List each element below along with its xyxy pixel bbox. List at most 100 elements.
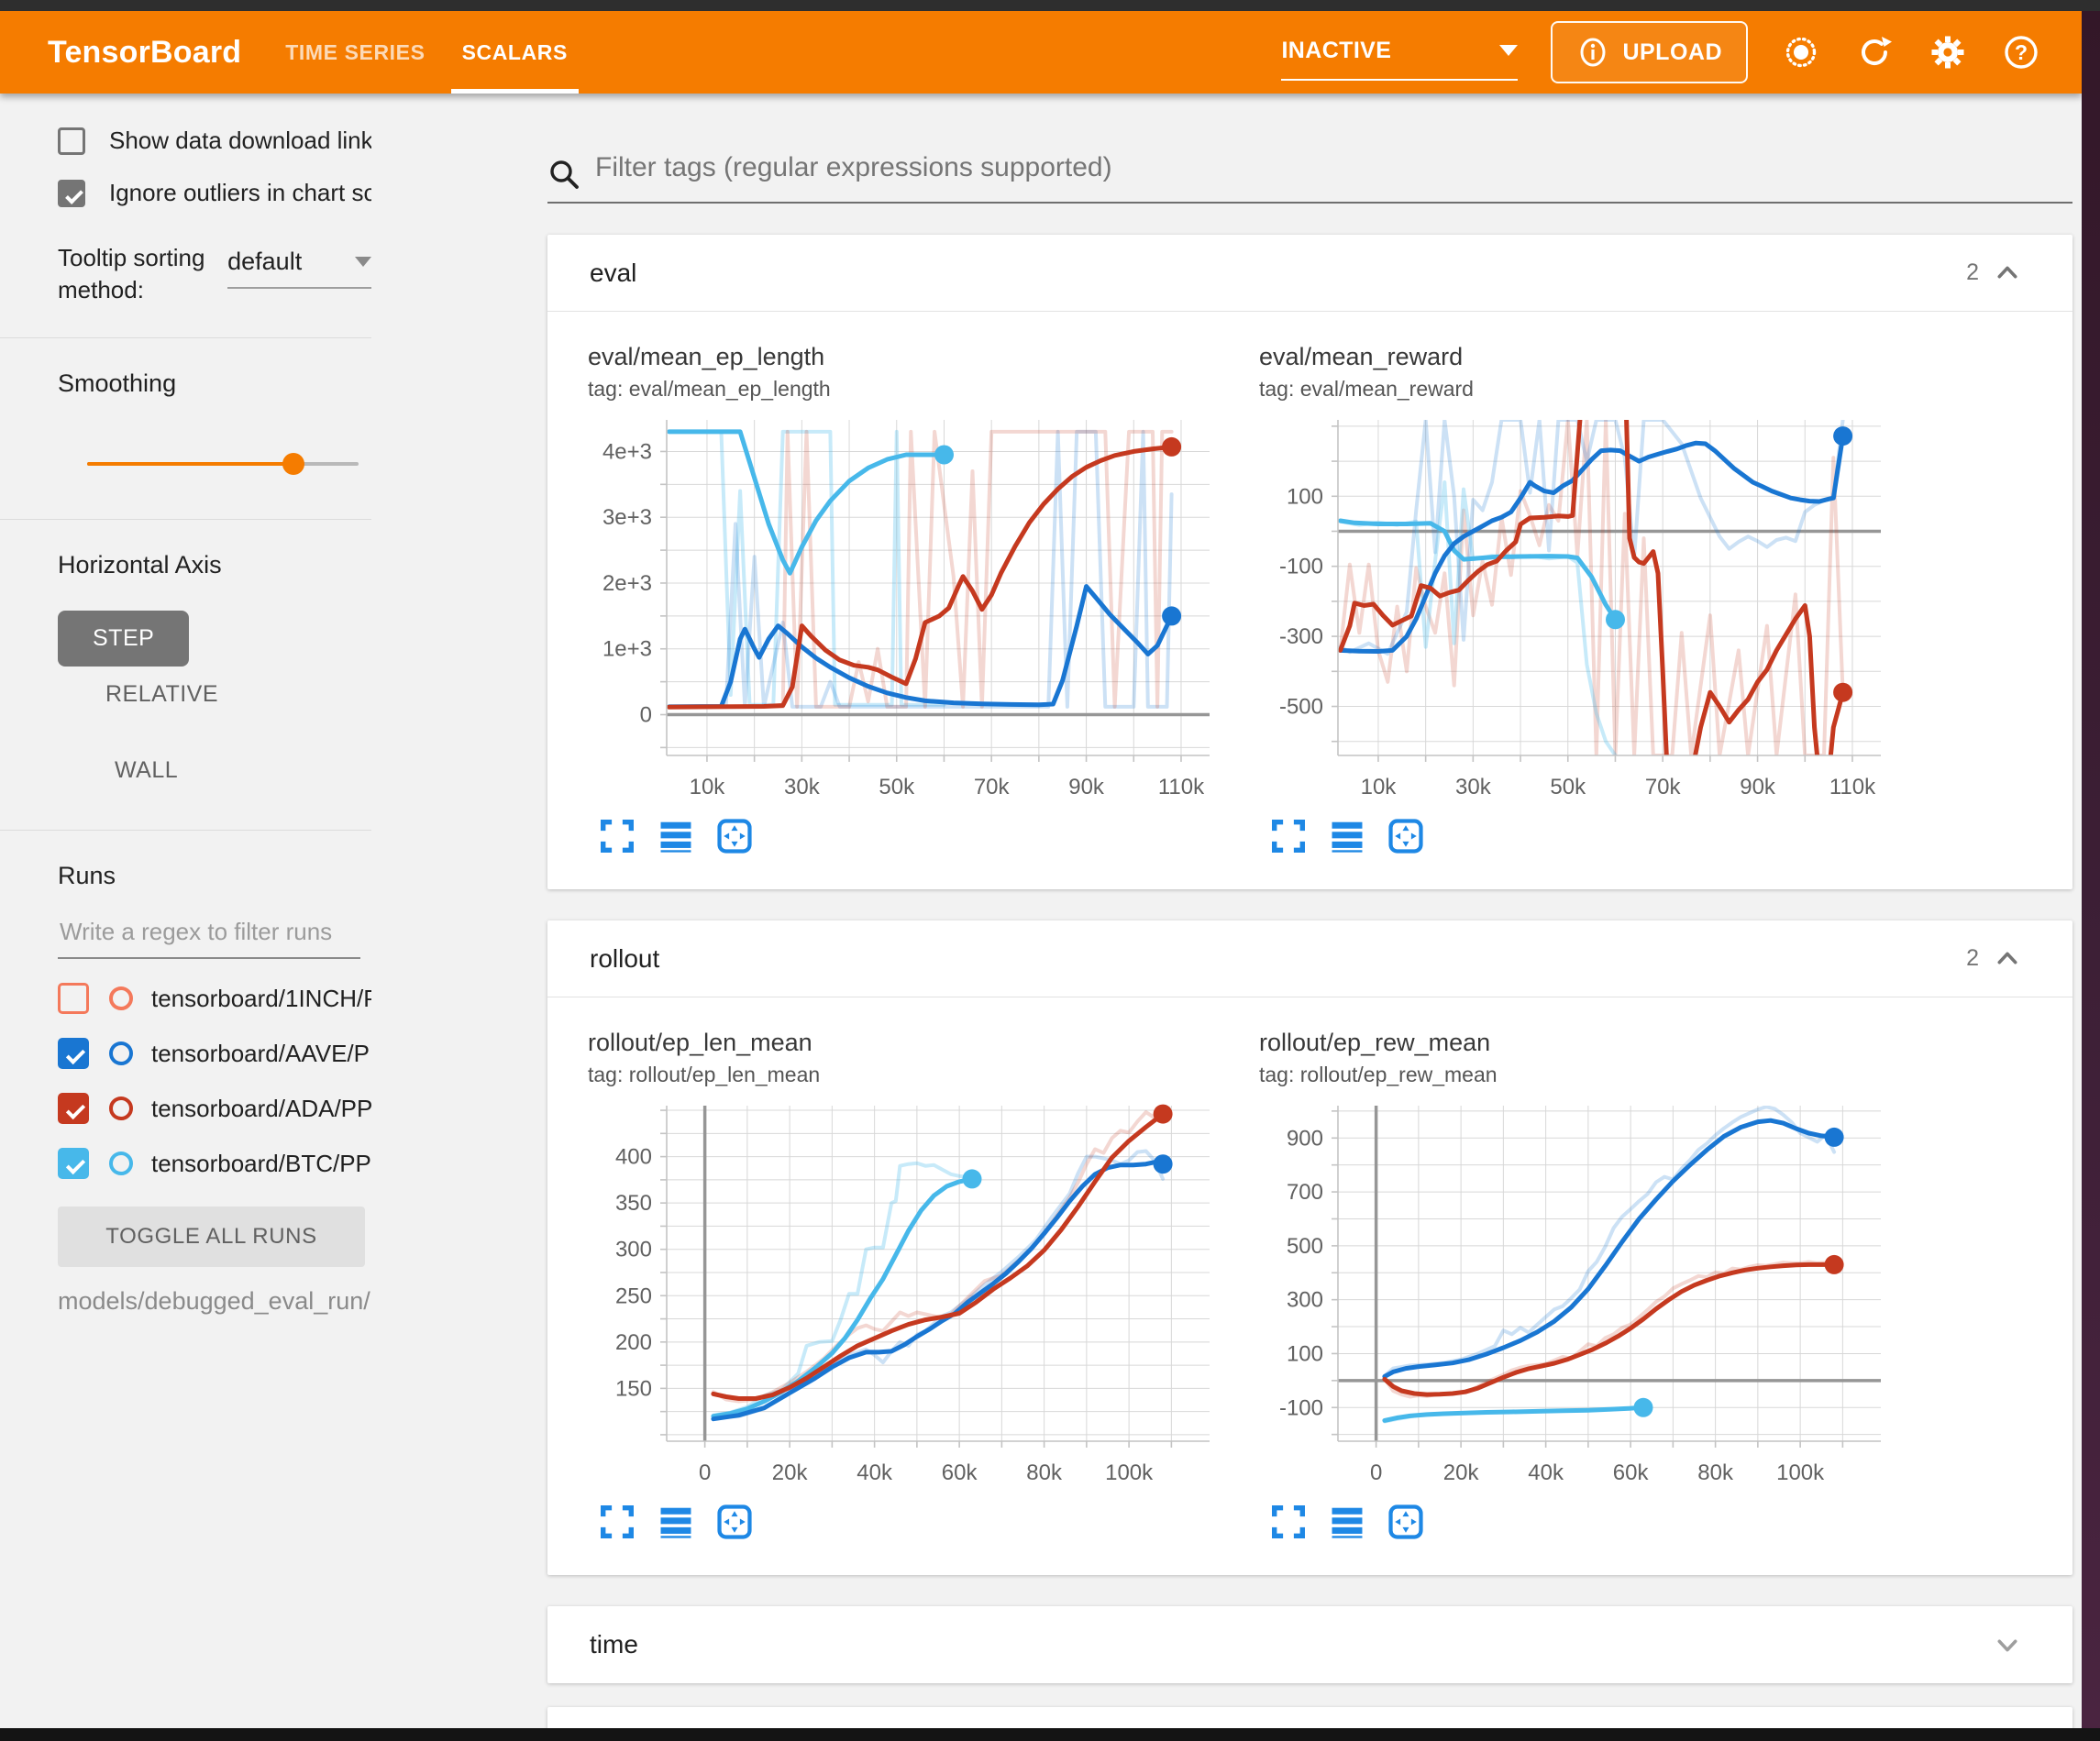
svg-text:70k: 70k bbox=[974, 775, 1011, 799]
run-color-circle[interactable] bbox=[109, 1096, 133, 1120]
tooltip-sorting-value: default bbox=[227, 248, 302, 276]
section-header-right bbox=[1994, 1631, 2021, 1658]
run-row-1inch[interactable]: tensorboard/1INCH/PPO_1 bbox=[58, 983, 371, 1014]
chevron-down-icon[interactable] bbox=[1994, 1631, 2021, 1658]
chart-title: eval/mean_ep_length bbox=[588, 343, 1226, 371]
svg-text:90k: 90k bbox=[1068, 775, 1105, 799]
chart-actions bbox=[1259, 1504, 1897, 1540]
runs-filter-input[interactable] bbox=[58, 912, 360, 959]
run-checkbox[interactable] bbox=[58, 1093, 89, 1124]
chevron-up-icon[interactable] bbox=[1994, 259, 2021, 287]
status-dropdown[interactable]: INACTIVE bbox=[1281, 38, 1518, 81]
svg-text:80k: 80k bbox=[1697, 1460, 1734, 1485]
svg-text:-300: -300 bbox=[1279, 624, 1323, 649]
run-row-btc[interactable]: tensorboard/BTC/PPO_1 bbox=[58, 1148, 371, 1179]
section-header-time[interactable]: time bbox=[547, 1606, 2072, 1683]
fit-domain-icon[interactable] bbox=[716, 818, 753, 854]
data-table-icon[interactable] bbox=[1329, 818, 1365, 854]
tensorboard-app: TensorBoard TIME SERIES SCALARS INACTIVE… bbox=[0, 11, 2082, 1741]
svg-text:0: 0 bbox=[699, 1460, 711, 1485]
fullscreen-icon[interactable] bbox=[599, 818, 636, 854]
svg-text:40k: 40k bbox=[1528, 1460, 1564, 1485]
tag-filter-input[interactable] bbox=[595, 152, 2072, 196]
run-color-circle[interactable] bbox=[109, 1041, 133, 1065]
search-icon bbox=[547, 158, 580, 191]
chart-actions bbox=[588, 818, 1226, 854]
line-chart[interactable]: 020k40k60k80k100k150200250300350400 bbox=[588, 1096, 1221, 1494]
ignore-outliers-checkbox[interactable] bbox=[58, 180, 85, 207]
run-checkbox[interactable] bbox=[58, 1038, 89, 1069]
brightness-icon[interactable] bbox=[1781, 32, 1821, 72]
section-header-rollout[interactable]: rollout 2 bbox=[547, 920, 2072, 997]
sidebar-divider bbox=[0, 337, 371, 338]
chart-eval-mean-ep-length: eval/mean_ep_length tag: eval/mean_ep_le… bbox=[588, 343, 1226, 854]
chart-tag: tag: rollout/ep_rew_mean bbox=[1259, 1063, 1897, 1087]
svg-text:20k: 20k bbox=[1443, 1460, 1480, 1485]
smoothing-slider-thumb[interactable] bbox=[282, 453, 304, 475]
line-chart[interactable]: 020k40k60k80k100k-100100300500700900 bbox=[1259, 1096, 1892, 1494]
chevron-up-icon[interactable] bbox=[1994, 945, 2021, 973]
tag-filter-bar bbox=[547, 94, 2072, 204]
svg-text:-100: -100 bbox=[1279, 1395, 1323, 1420]
data-table-icon[interactable] bbox=[658, 818, 694, 854]
run-label: tensorboard/ADA/PPO_1 bbox=[151, 1095, 371, 1123]
fullscreen-icon[interactable] bbox=[1270, 1504, 1307, 1540]
run-row-ada[interactable]: tensorboard/ADA/PPO_1 bbox=[58, 1093, 371, 1124]
section-header-right: 2 bbox=[1966, 945, 2021, 973]
toggle-all-runs-button[interactable]: TOGGLE ALL RUNS bbox=[58, 1207, 365, 1267]
settings-gear-icon[interactable] bbox=[1928, 32, 1968, 72]
chart-title: rollout/ep_rew_mean bbox=[1259, 1029, 1897, 1057]
smoothing-slider[interactable] bbox=[87, 462, 359, 466]
svg-text:40k: 40k bbox=[857, 1460, 893, 1485]
tooltip-sorting-select[interactable]: default bbox=[227, 248, 371, 289]
svg-text:70k: 70k bbox=[1645, 775, 1682, 799]
horizontal-axis-label: Horizontal Axis bbox=[58, 551, 371, 579]
run-label: tensorboard/BTC/PPO_1 bbox=[151, 1150, 371, 1178]
show-download-links-row[interactable]: Show data download links bbox=[58, 127, 371, 155]
svg-text:30k: 30k bbox=[784, 775, 821, 799]
run-label: tensorboard/AAVE/PPO_1 bbox=[151, 1040, 371, 1068]
line-chart[interactable]: 10k30k50k70k90k110k01e+32e+33e+34e+3 bbox=[588, 411, 1221, 809]
run-color-circle[interactable] bbox=[109, 986, 133, 1010]
fit-domain-icon[interactable] bbox=[1387, 818, 1424, 854]
svg-text:-500: -500 bbox=[1279, 695, 1323, 720]
chart-tag: tag: rollout/ep_len_mean bbox=[588, 1063, 1226, 1087]
window-bottom-edge bbox=[0, 1728, 2100, 1741]
ignore-outliers-row[interactable]: Ignore outliers in chart scaling bbox=[58, 179, 371, 207]
upload-button[interactable]: UPLOAD bbox=[1551, 21, 1748, 83]
data-table-icon[interactable] bbox=[658, 1504, 694, 1540]
svg-text:4e+3: 4e+3 bbox=[602, 439, 652, 464]
svg-text:100k: 100k bbox=[1105, 1460, 1154, 1485]
svg-text:?: ? bbox=[2015, 40, 2028, 64]
fit-domain-icon[interactable] bbox=[716, 1504, 753, 1540]
fullscreen-icon[interactable] bbox=[1270, 818, 1307, 854]
svg-text:200: 200 bbox=[615, 1330, 652, 1355]
svg-text:350: 350 bbox=[615, 1191, 652, 1216]
run-checkbox[interactable] bbox=[58, 983, 89, 1014]
app-title: TensorBoard bbox=[0, 35, 241, 71]
rollout-charts-row: rollout/ep_len_mean tag: rollout/ep_len_… bbox=[547, 997, 2072, 1575]
line-chart[interactable]: 10k30k50k70k90k110k100-100-300-500 bbox=[1259, 411, 1892, 809]
help-icon[interactable]: ? bbox=[2001, 32, 2041, 72]
refresh-icon[interactable] bbox=[1854, 32, 1895, 72]
axis-step-button[interactable]: STEP bbox=[58, 611, 189, 667]
run-color-circle[interactable] bbox=[109, 1151, 133, 1175]
data-table-icon[interactable] bbox=[1329, 1504, 1365, 1540]
chart-rollout-ep-len-mean: rollout/ep_len_mean tag: rollout/ep_len_… bbox=[588, 1029, 1226, 1540]
tab-time-series[interactable]: TIME SERIES bbox=[267, 11, 443, 94]
section-header-eval[interactable]: eval 2 bbox=[547, 235, 2072, 312]
fullscreen-icon[interactable] bbox=[599, 1504, 636, 1540]
chart-tag: tag: eval/mean_ep_length bbox=[588, 377, 1226, 402]
smoothing-label: Smoothing bbox=[58, 369, 371, 398]
upload-button-label: UPLOAD bbox=[1622, 39, 1722, 66]
run-checkbox[interactable] bbox=[58, 1148, 89, 1179]
fit-domain-icon[interactable] bbox=[1387, 1504, 1424, 1540]
axis-wall-button[interactable]: WALL bbox=[93, 743, 200, 799]
status-dropdown-value: INACTIVE bbox=[1281, 38, 1391, 64]
axis-relative-button[interactable]: RELATIVE bbox=[83, 667, 240, 722]
show-download-links-checkbox[interactable] bbox=[58, 127, 85, 155]
run-row-aave[interactable]: tensorboard/AAVE/PPO_1 bbox=[58, 1038, 371, 1069]
tab-scalars[interactable]: SCALARS bbox=[444, 11, 586, 94]
info-icon bbox=[1576, 36, 1609, 69]
svg-text:100: 100 bbox=[1287, 484, 1323, 509]
